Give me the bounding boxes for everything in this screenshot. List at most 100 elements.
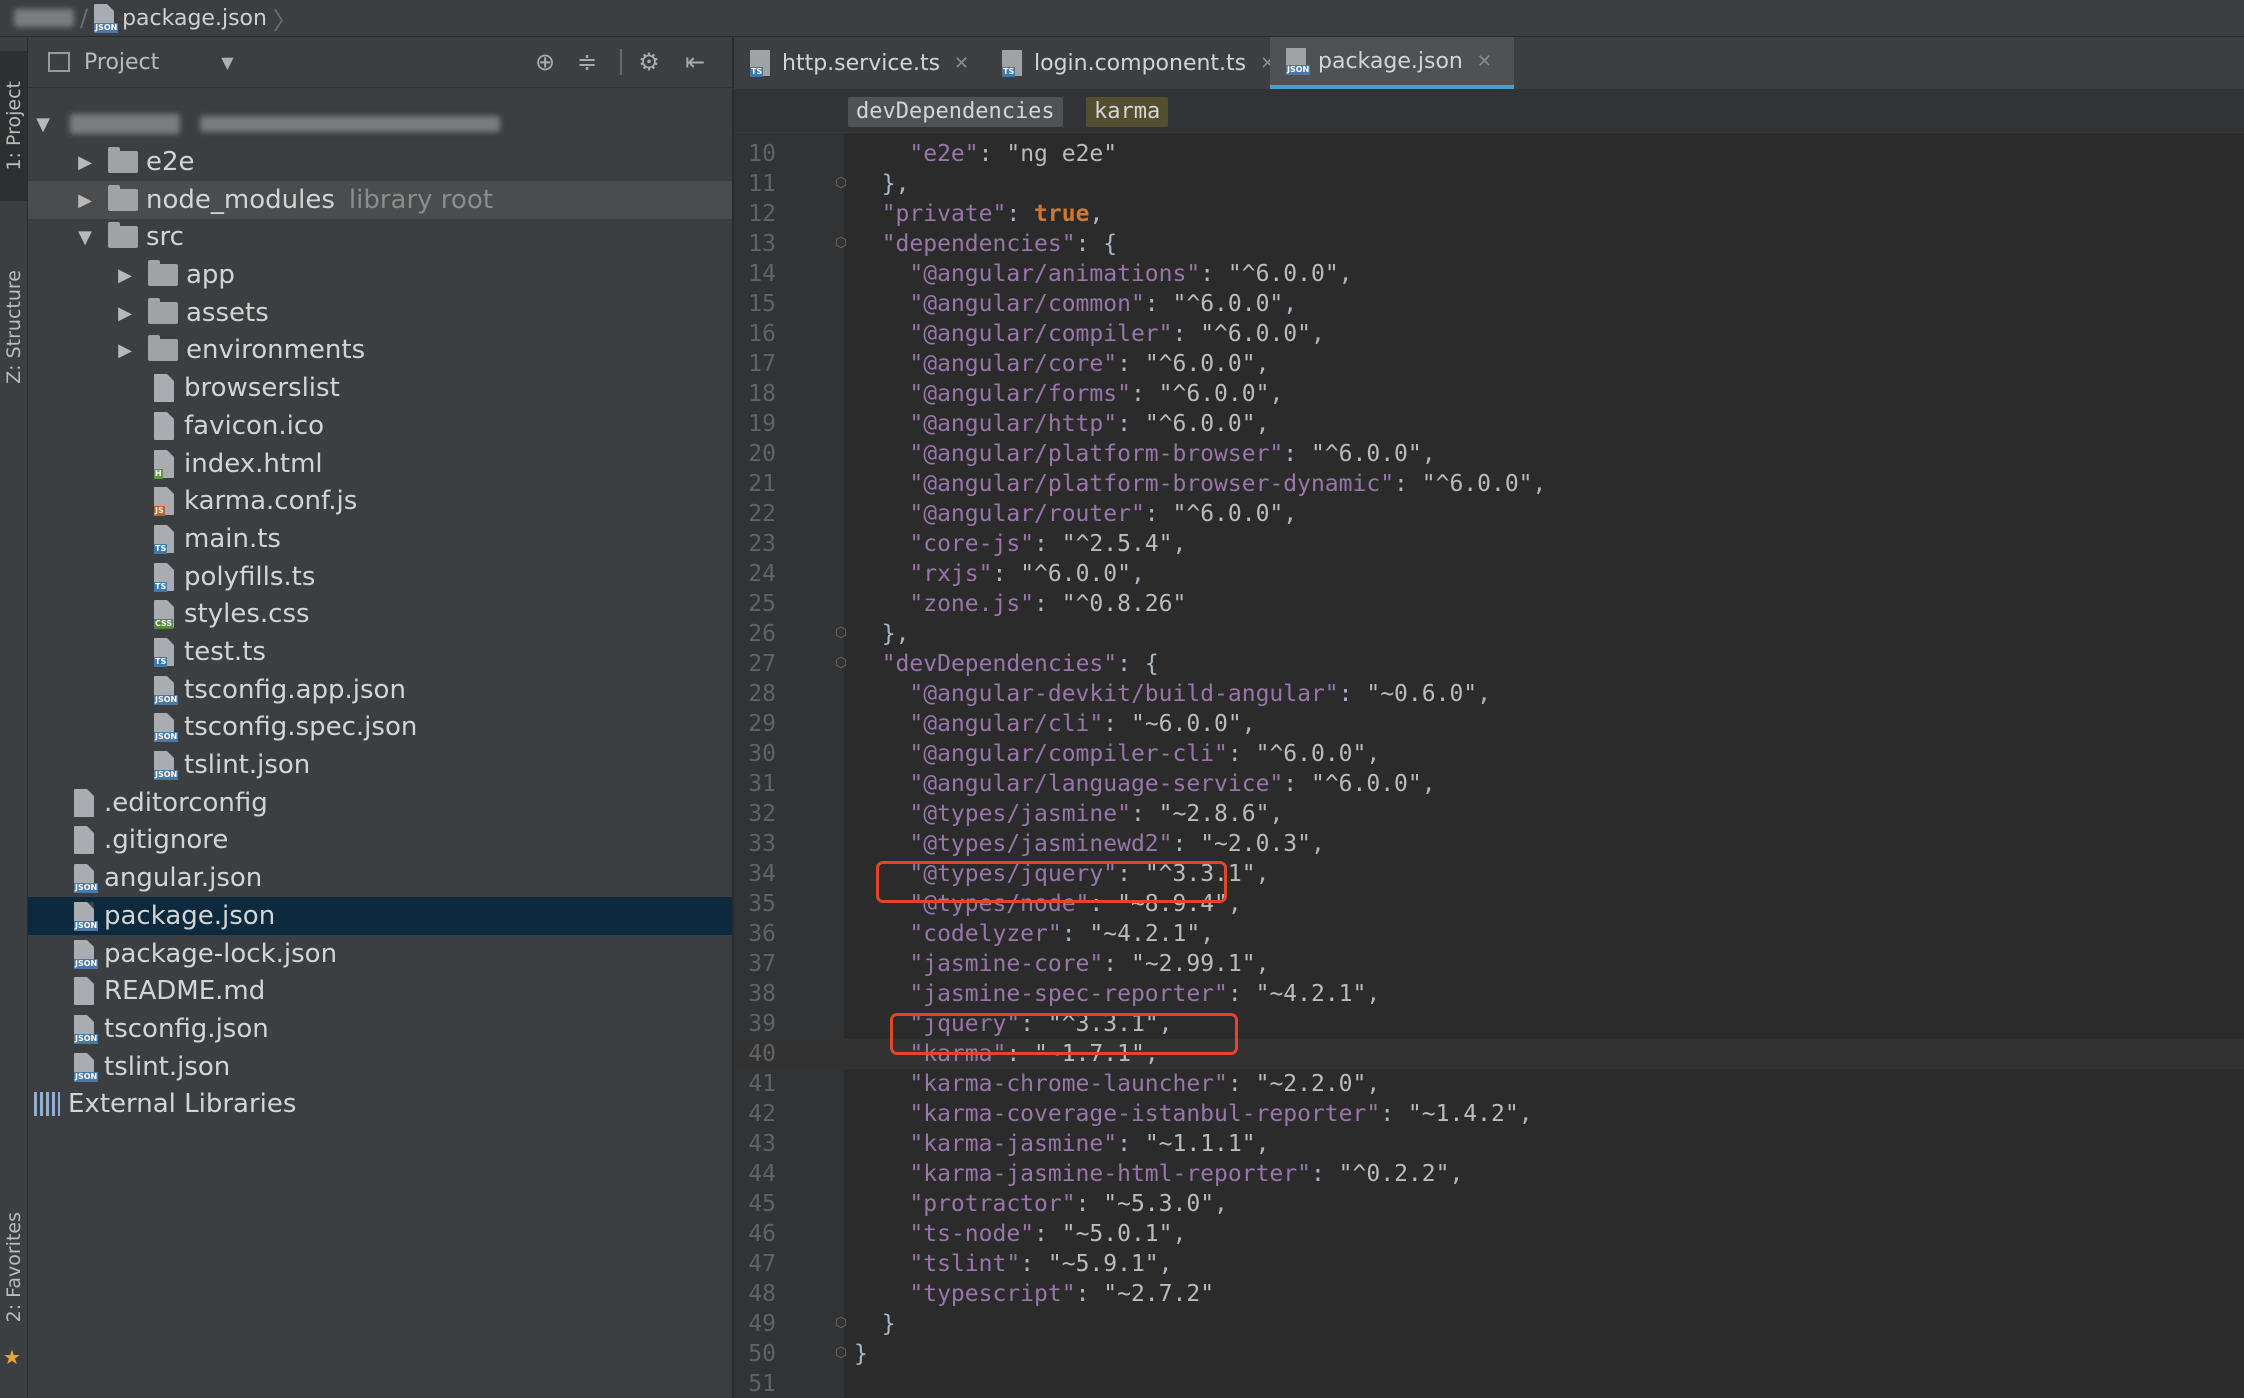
code-line[interactable]: 19 "@angular/http": "^6.0.0",: [734, 409, 2244, 439]
structure-tool-tab[interactable]: Z: Structure: [0, 227, 27, 427]
tree-item-e2e[interactable]: ▶ e2e: [28, 143, 732, 181]
code-line[interactable]: 30 "@angular/compiler-cli": "^6.0.0",: [734, 739, 2244, 769]
collapse-all-icon[interactable]: ≑: [574, 49, 600, 75]
project-tool-tab[interactable]: 1: Project: [0, 51, 27, 201]
collapse-arrow-icon[interactable]: ▼: [74, 227, 96, 248]
code-line[interactable]: 47 "tslint": "~5.9.1",: [734, 1249, 2244, 1279]
code-line[interactable]: 22 "@angular/router": "^6.0.0",: [734, 499, 2244, 529]
code-line[interactable]: 45 "protractor": "~5.3.0",: [734, 1189, 2244, 1219]
expand-arrow-icon[interactable]: ▶: [114, 340, 136, 361]
code-line[interactable]: 13 ⬡ "dependencies": {: [734, 229, 2244, 259]
favorites-tool-tab[interactable]: 2: Favorites: [0, 1187, 27, 1347]
code-line[interactable]: 14 "@angular/animations": "^6.0.0",: [734, 259, 2244, 289]
tree-item-node-modules[interactable]: ▶ node_modules library root: [28, 181, 732, 219]
code-text: },: [881, 171, 910, 197]
code-view[interactable]: 10 "e2e": "ng e2e" 11 ⬡ }, 12 "private": tr…: [734, 133, 2244, 1398]
code-line[interactable]: 46 "ts-node": "~5.0.1",: [734, 1219, 2244, 1249]
code-line[interactable]: 31 "@angular/language-service": "^6.0.0"…: [734, 769, 2244, 799]
tree-item-index-html[interactable]: Hindex.html: [28, 445, 732, 483]
code-line[interactable]: 24 "rxjs": "^6.0.0",: [734, 559, 2244, 589]
editor-tab-package-json[interactable]: JSON package.json ✕: [1270, 37, 1514, 89]
code-line[interactable]: 50 ⬡}: [734, 1339, 2244, 1369]
code-line[interactable]: 42 "karma-coverage-istanbul-reporter": "…: [734, 1099, 2244, 1129]
breadcrumb-karma[interactable]: karma: [1086, 97, 1169, 127]
code-line[interactable]: 44 "karma-jasmine-html-reporter": "^0.2.…: [734, 1159, 2244, 1189]
tree-item-karma-conf-js[interactable]: JS karma.conf.js: [28, 482, 732, 520]
tree-item-main-ts[interactable]: TS main.ts: [28, 520, 732, 558]
tree-item-tsconfig-app-json[interactable]: JSON tsconfig.app.json: [28, 671, 732, 709]
code-line[interactable]: 51: [734, 1369, 2244, 1398]
code-line[interactable]: 12 "private": true,: [734, 199, 2244, 229]
code-line[interactable]: 49 ⬡ }: [734, 1309, 2244, 1339]
tree-item-tsconfig-spec-json[interactable]: JSON tsconfig.spec.json: [28, 708, 732, 746]
code-line[interactable]: 20 "@angular/platform-browser": "^6.0.0"…: [734, 439, 2244, 469]
code-line[interactable]: 48 "typescript": "~2.7.2": [734, 1279, 2244, 1309]
code-line[interactable]: 23 "core-js": "^2.5.4",: [734, 529, 2244, 559]
project-root-crumb[interactable]: [14, 9, 74, 27]
tree-item-tsconfig-json[interactable]: JSON tsconfig.json: [28, 1010, 732, 1048]
file-crumb[interactable]: JSON package.json: [94, 4, 267, 33]
close-icon[interactable]: ✕: [1477, 51, 1492, 72]
code-line[interactable]: 17 "@angular/core": "^6.0.0",: [734, 349, 2244, 379]
code-line[interactable]: 29 "@angular/cli": "~6.0.0",: [734, 709, 2244, 739]
locate-icon[interactable]: ⊕: [532, 49, 558, 75]
tree-item-src[interactable]: ▼ src: [28, 218, 732, 256]
tree-item-package-lock-json[interactable]: JSON package-lock.json: [28, 935, 732, 973]
fold-marker-icon[interactable]: ⬡: [834, 235, 848, 251]
code-line[interactable]: 32 "@types/jasmine": "~2.8.6",: [734, 799, 2244, 829]
tree-item-editorconfig[interactable]: .editorconfig: [28, 784, 732, 822]
tree-item-tslint-json[interactable]: JSON tslint.json: [28, 1048, 732, 1086]
project-view-title[interactable]: Project: [84, 50, 159, 75]
expand-arrow-icon[interactable]: ▶: [74, 152, 96, 173]
code-line[interactable]: 18 "@angular/forms": "^6.0.0",: [734, 379, 2244, 409]
code-line[interactable]: 25 "zone.js": "^0.8.26": [734, 589, 2244, 619]
code-line[interactable]: 26 ⬡ },: [734, 619, 2244, 649]
tree-item-browserslist[interactable]: browserslist: [28, 369, 732, 407]
code-line[interactable]: 15 "@angular/common": "^6.0.0",: [734, 289, 2244, 319]
fold-marker-icon[interactable]: ⬡: [834, 1345, 848, 1361]
tree-item-environments[interactable]: ▶ environments: [28, 331, 732, 369]
fold-marker-icon[interactable]: ⬡: [834, 625, 848, 641]
code-line[interactable]: 21 "@angular/platform-browser-dynamic": …: [734, 469, 2244, 499]
gear-icon[interactable]: ⚙: [636, 49, 662, 75]
tree-item-tslint-json[interactable]: JSON tslint.json: [28, 746, 732, 784]
tree-item-angular-json[interactable]: JSON angular.json: [28, 859, 732, 897]
fold-marker-icon[interactable]: ⬡: [834, 655, 848, 671]
tree-item-readme-md[interactable]: README.md: [28, 972, 732, 1010]
code-line[interactable]: 36 "codelyzer": "~4.2.1",: [734, 919, 2244, 949]
code-line[interactable]: 10 "e2e": "ng e2e": [734, 139, 2244, 169]
breadcrumb-devdependencies[interactable]: devDependencies: [848, 97, 1063, 127]
expand-arrow-icon[interactable]: ▶: [74, 190, 96, 211]
close-icon[interactable]: ✕: [954, 53, 969, 74]
tree-item-app[interactable]: ▶ app: [28, 256, 732, 294]
code-line[interactable]: 11 ⬡ },: [734, 169, 2244, 199]
tree-item-polyfills-ts[interactable]: TS polyfills.ts: [28, 558, 732, 596]
tree-item-styles-css[interactable]: CSS styles.css: [28, 595, 732, 633]
code-line[interactable]: 28 "@angular-devkit/build-angular": "~0.…: [734, 679, 2244, 709]
tree-item-external-libraries[interactable]: External Libraries: [28, 1085, 732, 1123]
editor-tabs: TS http.service.ts ✕ TS login.component.ts ✕ J…: [734, 37, 2244, 90]
editor-tab-login-component-ts[interactable]: TS login.component.ts ✕: [1002, 37, 1275, 89]
fold-marker-icon[interactable]: ⬡: [834, 175, 848, 191]
code-line[interactable]: 43 "karma-jasmine": "~1.1.1",: [734, 1129, 2244, 1159]
expand-arrow-icon[interactable]: ▶: [114, 265, 136, 286]
tree-item-assets[interactable]: ▶ assets: [28, 294, 732, 332]
code-line[interactable]: 16 "@angular/compiler": "^6.0.0",: [734, 319, 2244, 349]
tree-item-test-ts[interactable]: TS test.ts: [28, 633, 732, 671]
hide-panel-icon[interactable]: ⇤: [682, 49, 708, 75]
fold-marker-icon[interactable]: ⬡: [834, 1315, 848, 1331]
tree-item-gitignore[interactable]: .gitignore: [28, 821, 732, 859]
editor-tab-http-service-ts[interactable]: TS http.service.ts ✕: [750, 37, 969, 89]
highlight-jquery: [890, 1013, 1238, 1055]
project-root-row[interactable]: ▼: [28, 105, 732, 143]
chevron-down-icon[interactable]: ▼: [221, 53, 233, 72]
code-line[interactable]: 41 "karma-chrome-launcher": "~2.2.0",: [734, 1069, 2244, 1099]
tree-item-package-json[interactable]: JSON package.json: [28, 897, 732, 935]
code-line[interactable]: 37 "jasmine-core": "~2.99.1",: [734, 949, 2244, 979]
code-line[interactable]: 38 "jasmine-spec-reporter": "~4.2.1",: [734, 979, 2244, 1009]
tree-item-favicon-ico[interactable]: favicon.ico: [28, 407, 732, 445]
code-line[interactable]: 27 ⬡ "devDependencies": {: [734, 649, 2244, 679]
expand-arrow-icon[interactable]: ▶: [114, 303, 136, 324]
expand-arrow-icon[interactable]: ▼: [32, 114, 54, 135]
code-line[interactable]: 33 "@types/jasminewd2": "~2.0.3",: [734, 829, 2244, 859]
